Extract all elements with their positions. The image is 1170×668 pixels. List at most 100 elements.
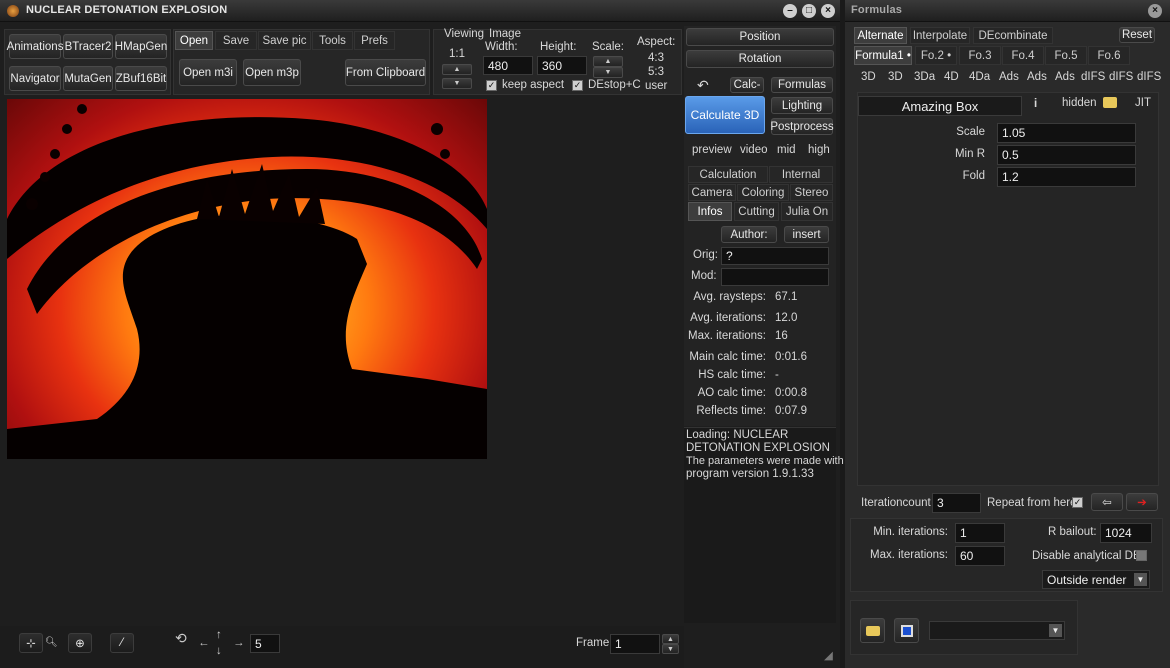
tab-decombinate[interactable]: DEcombinate: [973, 27, 1053, 44]
formula-name-field[interactable]: Amazing Box: [858, 96, 1022, 116]
quality-preview[interactable]: preview: [692, 144, 732, 156]
repeat-checkbox[interactable]: ✓: [1072, 497, 1083, 508]
tool-button-btracer2[interactable]: BTracer2: [63, 34, 113, 59]
tab-fo2[interactable]: Fo.2 •: [915, 46, 957, 65]
tab-save[interactable]: Save: [215, 31, 257, 50]
type-tab-difs[interactable]: dIFS: [1137, 71, 1161, 83]
open-m3i-button[interactable]: Open m3i: [179, 59, 237, 86]
tab-fo5[interactable]: Fo.5: [1045, 46, 1087, 65]
preset-select[interactable]: ▼: [929, 621, 1065, 640]
tab-fo6[interactable]: Fo.6: [1088, 46, 1130, 65]
render-canvas[interactable]: [7, 99, 487, 459]
nav-down-icon[interactable]: ↓: [216, 645, 222, 657]
type-tab-4da[interactable]: 4Da: [969, 71, 990, 83]
tab-tools[interactable]: Tools: [312, 31, 353, 50]
from-clipboard-button[interactable]: From Clipboard: [345, 59, 426, 86]
lighting-button[interactable]: Lighting: [771, 97, 833, 114]
param-input[interactable]: 1.2: [997, 167, 1136, 187]
move-right-button[interactable]: ➔: [1126, 493, 1158, 511]
tool-button-zbuf16bit[interactable]: ZBuf16Bit: [115, 66, 167, 91]
type-tab-difs[interactable]: dIFS: [1109, 71, 1133, 83]
target-button[interactable]: ⊕: [68, 633, 92, 653]
type-tab-4d[interactable]: 4D: [944, 71, 959, 83]
reset-button[interactable]: Reset: [1119, 27, 1155, 43]
r-bailout-input[interactable]: 1024: [1100, 523, 1152, 543]
rotate-arrows-icon[interactable]: ⟲: [175, 630, 187, 647]
jit-label[interactable]: JIT: [1135, 97, 1151, 109]
nav-up-icon[interactable]: ↑: [216, 629, 222, 641]
tab-fo3[interactable]: Fo.3: [959, 46, 1001, 65]
calculate-3d-button[interactable]: Calculate 3D: [685, 96, 765, 134]
min-iter-input[interactable]: 1: [955, 523, 1005, 543]
rotation-button[interactable]: Rotation: [686, 50, 834, 68]
tab-stereo[interactable]: Stereo: [790, 184, 833, 201]
tab-coloring[interactable]: Coloring: [737, 184, 789, 201]
tab-cutting[interactable]: Cutting: [734, 202, 779, 221]
destop-checkbox[interactable]: ✓: [572, 80, 583, 91]
scale-down-button[interactable]: ▼: [593, 67, 623, 78]
insert-button[interactable]: insert: [784, 226, 829, 243]
tool-button-animations[interactable]: Animations: [7, 34, 63, 59]
type-tab-ads[interactable]: Ads: [1055, 71, 1075, 83]
frame-up-button[interactable]: ▲: [662, 634, 679, 644]
type-tab-difs[interactable]: dIFS: [1081, 71, 1105, 83]
tab-infos[interactable]: Infos: [688, 202, 732, 221]
width-input[interactable]: 480: [483, 56, 533, 75]
aspect-user[interactable]: user: [645, 80, 667, 92]
mod-input[interactable]: [721, 268, 829, 286]
type-tab-3da[interactable]: 3Da: [914, 71, 935, 83]
tab-camera[interactable]: Camera: [688, 184, 736, 201]
tab-fo4[interactable]: Fo.4: [1002, 46, 1044, 65]
tool-button-hmapgen[interactable]: HMapGen: [115, 34, 167, 59]
type-tab-3d[interactable]: 3D: [861, 71, 876, 83]
postprocess-button[interactable]: Postprocess: [770, 118, 834, 135]
author-button[interactable]: Author:: [721, 226, 777, 243]
undo-icon[interactable]: ↶: [697, 77, 709, 94]
tab-internal[interactable]: Internal: [769, 166, 833, 183]
quality-high[interactable]: high: [808, 144, 830, 156]
minimize-icon[interactable]: –: [783, 4, 797, 18]
tab-julia-on[interactable]: Julia On: [781, 202, 833, 221]
quality-video[interactable]: video: [740, 144, 768, 156]
viewing-up-button[interactable]: ▲: [442, 64, 472, 75]
calc-minus-button[interactable]: Calc-: [730, 77, 764, 93]
type-tab-ads[interactable]: Ads: [999, 71, 1019, 83]
open-preset-button[interactable]: [860, 618, 885, 643]
tab-calculation[interactable]: Calculation: [688, 166, 768, 183]
hidden-label[interactable]: hidden: [1062, 97, 1097, 109]
tab-interpolate[interactable]: Interpolate: [910, 27, 970, 44]
info-icon[interactable]: i: [1034, 98, 1037, 110]
pipette-button[interactable]: ⁄: [110, 633, 134, 653]
height-input[interactable]: 360: [537, 56, 587, 75]
maximize-icon[interactable]: □: [802, 4, 816, 18]
outside-render-select[interactable]: Outside render ▼: [1042, 570, 1150, 589]
type-tab-ads[interactable]: Ads: [1027, 71, 1047, 83]
folder-icon[interactable]: [1103, 97, 1117, 108]
tab-open[interactable]: Open: [175, 31, 213, 50]
position-button[interactable]: Position: [686, 28, 834, 46]
main-title-bar[interactable]: NUCLEAR DETONATION EXPLOSION – □ ×: [0, 0, 840, 22]
tool-button-navigator[interactable]: Navigator: [9, 66, 61, 91]
open-m3p-button[interactable]: Open m3p: [243, 59, 301, 86]
iterationcount-input[interactable]: 3: [932, 493, 981, 513]
crosshair-zoom-button[interactable]: ⊹: [19, 633, 43, 653]
tab-formula1[interactable]: Formula1 •: [854, 46, 912, 65]
max-iter-input[interactable]: 60: [955, 546, 1005, 566]
formulas-title-bar[interactable]: Formulas ×: [845, 0, 1170, 22]
tab-save-pic[interactable]: Save pic: [258, 31, 311, 50]
param-input[interactable]: 1.05: [997, 123, 1136, 143]
frame-input[interactable]: 1: [610, 634, 660, 654]
scale-up-button[interactable]: ▲: [593, 56, 623, 67]
resize-grip-icon[interactable]: ◢: [824, 648, 833, 662]
move-left-button[interactable]: ⇦: [1091, 493, 1123, 511]
frame-down-button[interactable]: ▼: [662, 644, 679, 654]
formulas-button[interactable]: Formulas: [771, 77, 833, 93]
tab-alternate[interactable]: Alternate: [854, 27, 907, 44]
nav-right-icon[interactable]: →: [233, 637, 245, 649]
aspect-5-3[interactable]: 5:3: [648, 66, 664, 78]
type-tab-3d[interactable]: 3D: [888, 71, 903, 83]
step-input[interactable]: 5: [250, 634, 280, 653]
param-input[interactable]: 0.5: [997, 145, 1136, 165]
tab-prefs[interactable]: Prefs: [354, 31, 395, 50]
aspect-4-3[interactable]: 4:3: [648, 52, 664, 64]
